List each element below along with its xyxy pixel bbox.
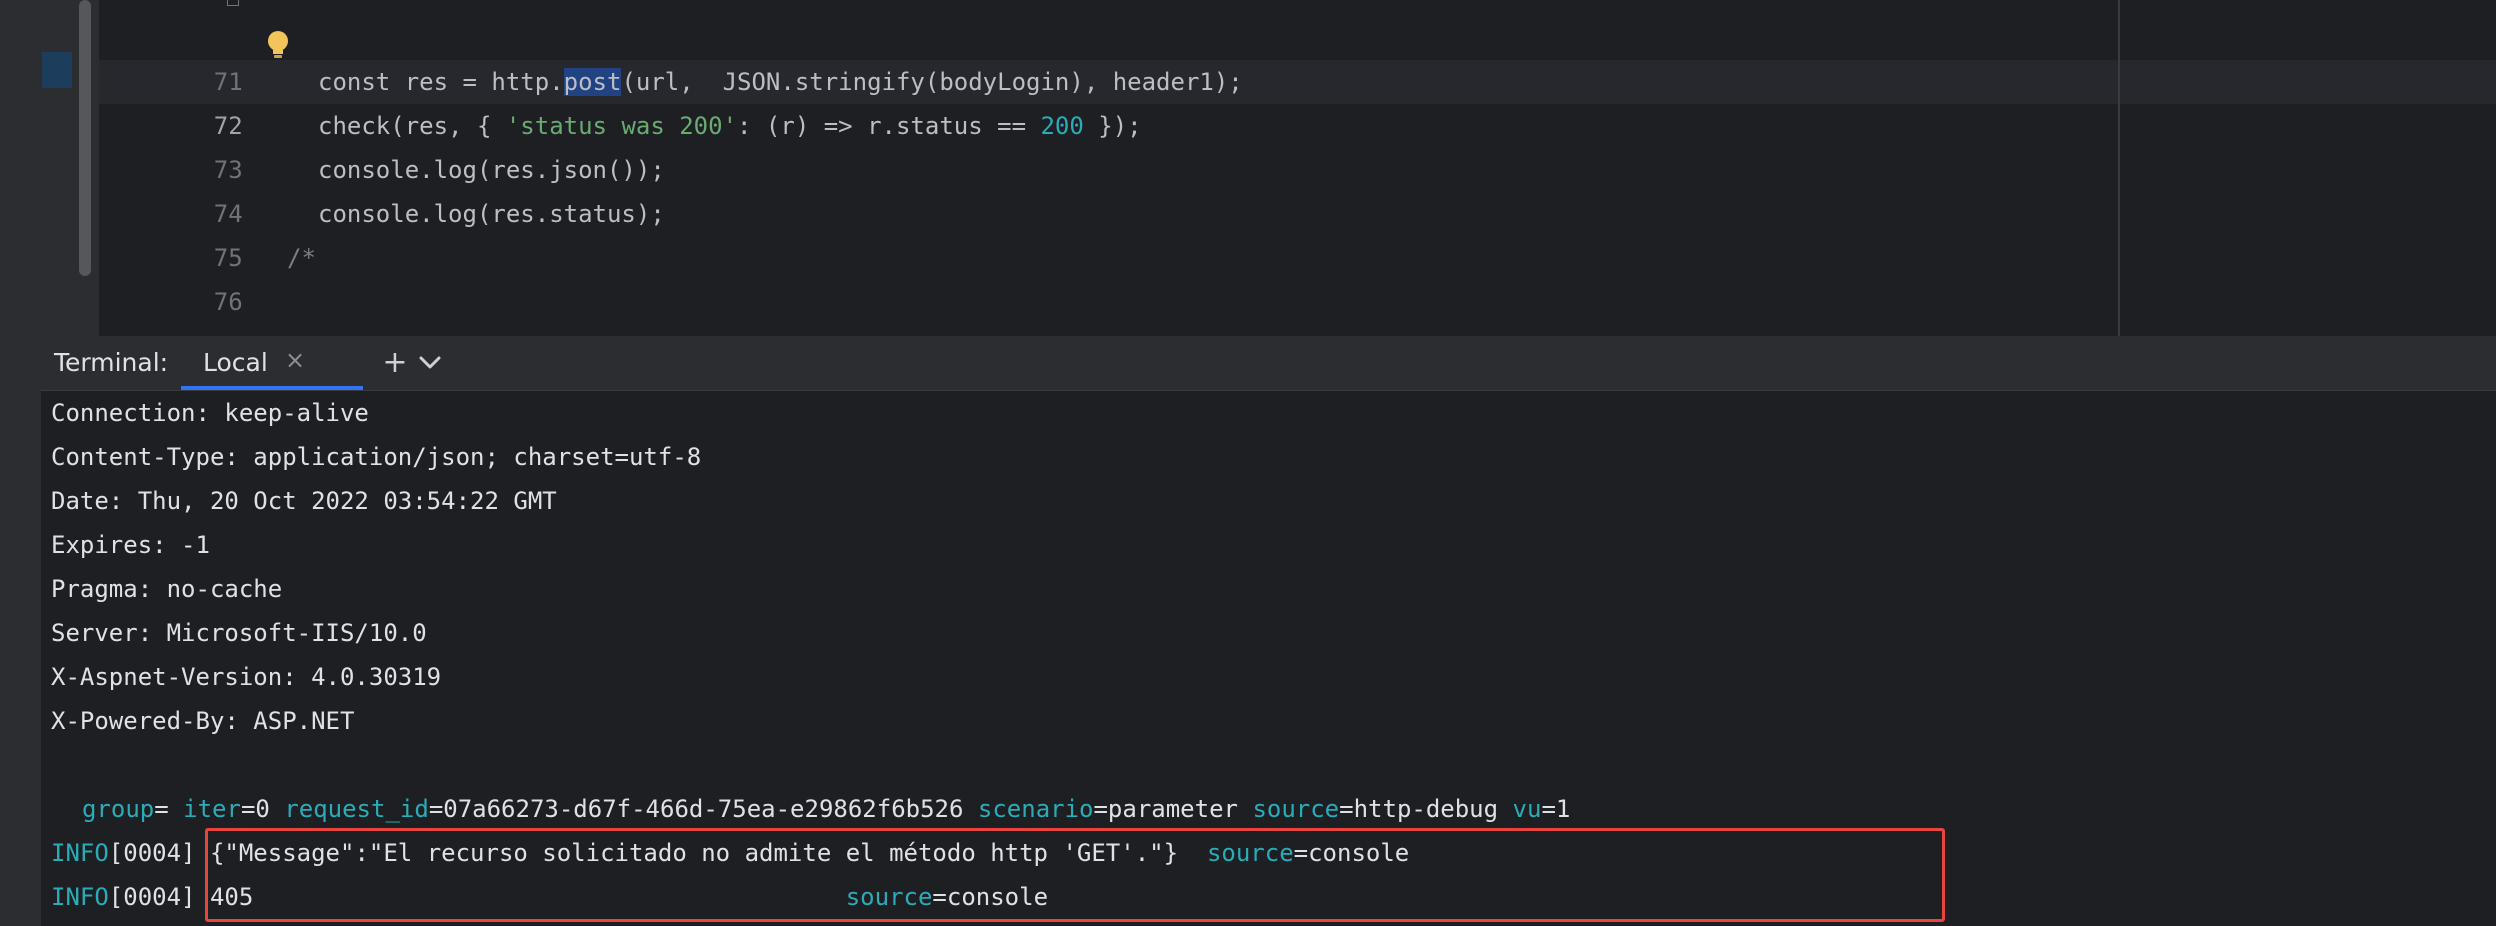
terminal-line: X-Powered-By: ASP.NET [51, 707, 355, 735]
selected-token: post [563, 68, 622, 96]
lightbulb-icon[interactable] [263, 28, 293, 62]
line-number: 77 [186, 324, 243, 336]
chevron-down-icon[interactable] [413, 346, 447, 380]
terminal-line: Date: Thu, 20 Oct 2022 03:54:22 GMT [51, 487, 557, 515]
terminal-title: Terminal: [54, 348, 169, 377]
panel-scrollbar[interactable] [79, 0, 91, 276]
tab-active-indicator [181, 386, 363, 390]
terminal-line: Server: Microsoft-IIS/10.0 [51, 619, 427, 647]
tool-window-strip [0, 0, 42, 926]
code-text: console.log(res.json()); [318, 156, 665, 184]
annotation-highlight-box [205, 828, 1945, 922]
code-line: 77 [99, 280, 243, 336]
code-text: check(res, { 'status was 200': (r) => r.… [318, 112, 1142, 140]
terminal-output[interactable]: Connection: keep-alive Content-Type: app… [41, 391, 2496, 926]
tab-label: Local [203, 348, 268, 377]
terminal-toolbar: Terminal: Local × + [41, 336, 2496, 391]
code-line: 71 [99, 16, 243, 96]
code-text: const res = http.post(url, JSON.stringif… [318, 68, 1243, 96]
terminal-line: Connection: keep-alive [51, 399, 369, 427]
code-editor[interactable]: 71 72 const res = http.post(url, JSON.st… [41, 0, 2496, 336]
ide-window: 71 72 const res = http.post(url, JSON.st… [0, 0, 2496, 926]
code-line: 75 console.log(res.status); [99, 192, 665, 272]
code-text: console.log(res.status); [318, 200, 665, 228]
terminal-line: X-Aspnet-Version: 4.0.30319 [51, 663, 442, 691]
code-text: /* [287, 244, 316, 272]
code-line: 74 console.log(res.json()); [99, 148, 665, 228]
terminal-line: Pragma: no-cache [51, 575, 283, 603]
terminal-line: Expires: -1 [51, 531, 210, 559]
right-margin-guide [2118, 0, 2120, 336]
bookmark-marker[interactable] [42, 52, 72, 88]
add-tab-button[interactable]: + [378, 346, 412, 380]
terminal-meta-line: group= iter=0 request_id=07a66273-d67f-4… [82, 795, 1571, 823]
close-icon[interactable]: × [285, 346, 305, 374]
code-line-current: 72 const res = http.post(url, JSON.strin… [99, 60, 1243, 140]
structure-panel [41, 0, 99, 336]
code-line: 73 check(res, { 'status was 200': (r) =>… [99, 104, 1142, 184]
tab-local[interactable]: Local × [181, 336, 363, 390]
fold-marker[interactable] [227, 0, 239, 6]
terminal-line: Content-Type: application/json; charset=… [51, 443, 702, 471]
code-line: 76 /* [99, 236, 316, 316]
